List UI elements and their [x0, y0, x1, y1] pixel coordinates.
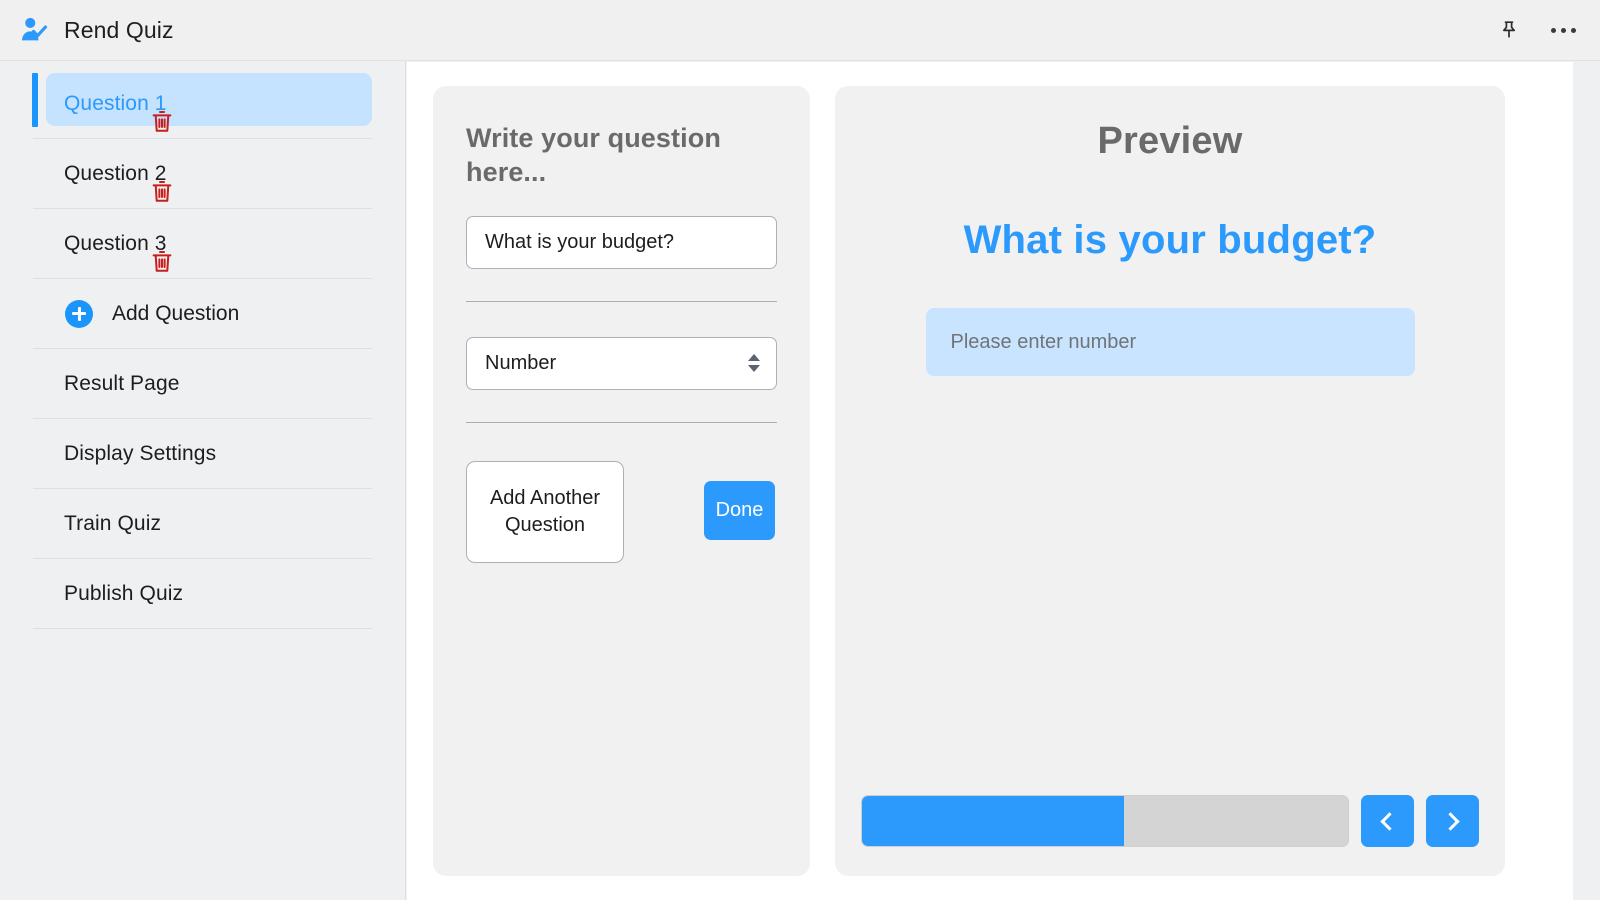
trash-icon[interactable] — [147, 247, 177, 277]
sidebar-item-question-2[interactable]: Question 2 — [33, 139, 372, 209]
trash-icon[interactable] — [147, 177, 177, 207]
editor-divider-1 — [466, 300, 777, 302]
sidebar-item-publish-quiz[interactable]: Publish Quiz — [33, 559, 372, 629]
brand: Rend Quiz — [18, 14, 174, 46]
done-button[interactable]: Done — [704, 480, 775, 540]
progress-bar-fill — [862, 796, 1125, 846]
user-check-icon — [18, 14, 50, 46]
add-question-label: Add Question — [112, 301, 240, 325]
question-type-value: Number — [485, 351, 557, 374]
next-question-button[interactable] — [1426, 795, 1479, 847]
chevron-right-icon — [1441, 811, 1460, 831]
chevron-left-icon — [1380, 811, 1399, 831]
question-type-select[interactable]: Number — [466, 336, 777, 390]
ellipsis-icon[interactable] — [1546, 18, 1580, 44]
preview-title: Preview — [1097, 120, 1243, 162]
preview-footer — [835, 790, 1505, 852]
sidebar-item-question-1[interactable]: Question 1 — [32, 69, 372, 139]
trash-icon[interactable] — [147, 107, 177, 137]
sidebar-item-label: Result Page — [64, 371, 180, 395]
sidebar-item-display-settings[interactable]: Display Settings — [33, 419, 372, 489]
previous-question-button[interactable] — [1361, 795, 1414, 847]
progress-bar — [861, 795, 1349, 847]
sidebar-item-label: Publish Quiz — [64, 581, 184, 605]
top-bar: Rend Quiz — [0, 0, 1600, 61]
top-bar-actions — [1496, 0, 1580, 61]
pushpin-icon[interactable] — [1496, 18, 1522, 44]
question-type-select-wrap: Number — [466, 336, 777, 390]
content-right-gutter — [1573, 62, 1600, 900]
main-content: Write your question here... Number Add A… — [407, 62, 1573, 900]
preview-answer-input[interactable]: Please enter number — [925, 308, 1415, 376]
sidebar-item-train-quiz[interactable]: Train Quiz — [33, 489, 372, 559]
question-input[interactable] — [466, 215, 777, 269]
sidebar-item-label: Display Settings — [64, 441, 217, 465]
editor-divider-2 — [466, 421, 777, 423]
sidebar-item-result-page[interactable]: Result Page — [33, 349, 372, 419]
add-another-question-button[interactable]: Add Another Question — [466, 460, 624, 563]
editor-heading: Write your question here... — [466, 123, 721, 187]
sidebar: Question 1 Question 2 Question 3 Add Que… — [0, 61, 406, 900]
question-editor-panel: Write your question here... Number Add A… — [433, 86, 810, 876]
editor-actions: Add Another Question Done — [466, 460, 777, 581]
preview-question-text: What is your budget? — [963, 218, 1377, 262]
preview-panel: Preview What is your budget? Please ente… — [835, 86, 1505, 876]
sidebar-item-question-3[interactable]: Question 3 — [33, 209, 372, 279]
app-title: Rend Quiz — [64, 16, 174, 43]
sidebar-list: Question 1 Question 2 Question 3 Add Que… — [0, 61, 405, 629]
sidebar-item-label: Train Quiz — [64, 511, 162, 535]
plus-circle-icon — [65, 299, 93, 328]
add-question-button[interactable]: Add Question — [33, 279, 372, 349]
